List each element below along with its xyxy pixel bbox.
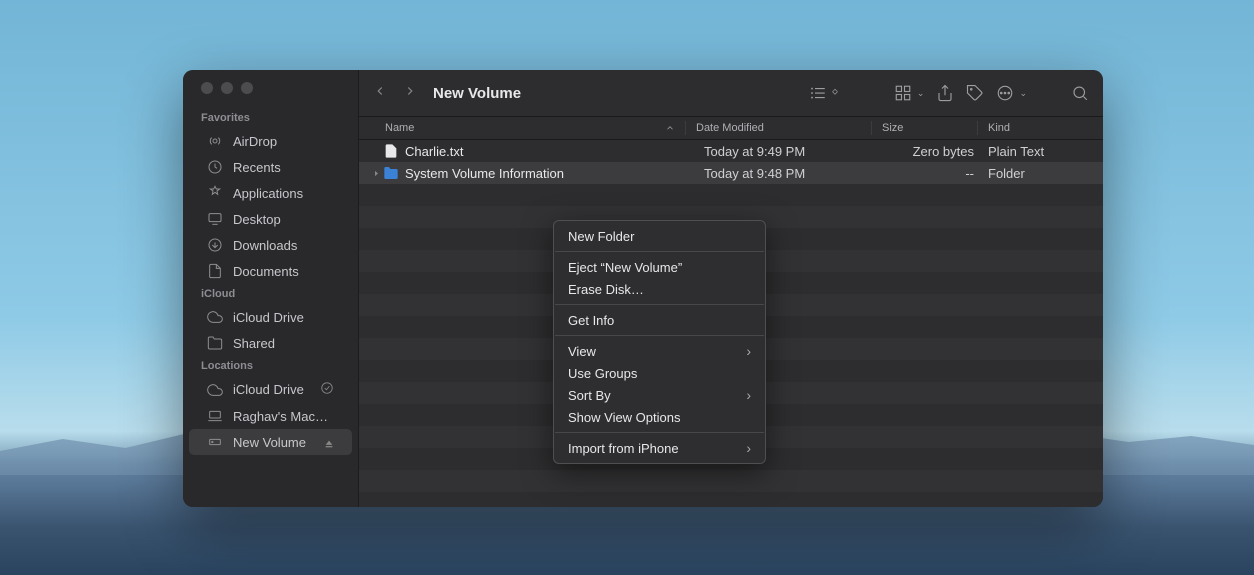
sidebar-item-icloud-drive[interactable]: iCloud Drive [189,304,352,330]
sidebar-item-label: iCloud Drive [233,382,304,397]
check-icon [320,381,334,398]
sidebar-item-documents[interactable]: Documents [189,258,352,284]
file-date: Today at 9:49 PM [704,144,879,159]
window-controls [183,82,358,108]
sidebar-item-label: New Volume [233,435,306,450]
close-button[interactable] [201,82,213,94]
column-size[interactable]: Size [882,122,977,134]
menu-separator [555,432,764,433]
zoom-button[interactable] [241,82,253,94]
folder-icon [383,165,399,181]
file-row[interactable]: System Volume InformationToday at 9:48 P… [359,162,1103,184]
back-button[interactable] [373,84,387,103]
sidebar-item-airdrop[interactable]: AirDrop [189,128,352,154]
file-icon [383,143,399,159]
sidebar-item-downloads[interactable]: Downloads [189,232,352,258]
airdrop-icon [207,133,223,149]
cloud-icon [207,382,223,398]
empty-row[interactable] [359,470,1103,492]
menu-item-use-groups[interactable]: Use Groups [554,362,765,384]
menu-item-label: Get Info [568,313,614,328]
menu-item-import-from-iphone[interactable]: Import from iPhone [554,437,765,459]
file-kind: Folder [988,166,1103,181]
column-kind[interactable]: Kind [988,122,1103,134]
laptop-icon [207,408,223,424]
menu-item-label: Import from iPhone [568,441,679,456]
menu-separator [555,251,764,252]
desktop-icon [207,211,223,227]
column-date[interactable]: Date Modified [696,122,871,134]
cloud-icon [207,309,223,325]
sidebar-item-shared[interactable]: Shared [189,330,352,356]
view-list-button[interactable] [809,84,840,102]
sidebar-section-head: iCloud [183,284,358,304]
forward-button[interactable] [403,84,417,103]
share-button[interactable] [936,84,954,102]
apps-icon [207,185,223,201]
menu-item-label: Eject “New Volume” [568,260,682,275]
sidebar-item-desktop[interactable]: Desktop [189,206,352,232]
search-button[interactable] [1071,84,1089,102]
sidebar-item-label: iCloud Drive [233,310,304,325]
menu-item-show-view-options[interactable]: Show View Options [554,406,765,428]
sidebar-item-label: Documents [233,264,299,279]
download-icon [207,237,223,253]
disclosure-triangle[interactable] [369,169,383,178]
clock-icon [207,159,223,175]
menu-item-sort-by[interactable]: Sort By [554,384,765,406]
menu-item-new-folder[interactable]: New Folder [554,225,765,247]
column-name[interactable]: Name [385,122,685,134]
sidebar-section-head: Locations [183,356,358,376]
file-size: -- [879,166,988,181]
sidebar-item-new-volume[interactable]: New Volume [189,429,352,455]
sidebar-item-label: Shared [233,336,275,351]
menu-item-label: Erase Disk… [568,282,644,297]
menu-item-label: View [568,344,596,359]
file-name: System Volume Information [405,166,704,181]
menu-item-erase-disk-[interactable]: Erase Disk… [554,278,765,300]
menu-item-eject-new-volume-[interactable]: Eject “New Volume” [554,256,765,278]
group-button[interactable]: ⌄ [894,84,925,102]
sidebar-item-label: Applications [233,186,303,201]
sidebar-item-icloud-drive[interactable]: iCloud Drive [189,376,352,403]
menu-item-label: Sort By [568,388,611,403]
sidebar-item-raghav-s-mac-[interactable]: Raghav's Mac… [189,403,352,429]
menu-item-view[interactable]: View [554,340,765,362]
menu-item-label: New Folder [568,229,634,244]
toolbar: New Volume ⌄ ⌄ [359,70,1103,117]
sidebar-item-label: Downloads [233,238,297,253]
sidebar-item-applications[interactable]: Applications [189,180,352,206]
menu-item-get-info[interactable]: Get Info [554,309,765,331]
sidebar-section-head: Favorites [183,108,358,128]
empty-row[interactable] [359,184,1103,206]
tags-button[interactable] [966,84,984,102]
sidebar-item-recents[interactable]: Recents [189,154,352,180]
doc-icon [207,263,223,279]
minimize-button[interactable] [221,82,233,94]
column-headers: Name Date Modified Size Kind [359,117,1103,140]
menu-separator [555,335,764,336]
menu-separator [555,304,764,305]
file-size: Zero bytes [879,144,988,159]
file-kind: Plain Text [988,144,1103,159]
sidebar-item-label: Desktop [233,212,281,227]
menu-item-label: Show View Options [568,410,681,425]
disk-icon [207,434,223,450]
file-name: Charlie.txt [405,144,704,159]
file-date: Today at 9:48 PM [704,166,879,181]
sidebar: Favorites AirDrop Recents Applications Deskt… [183,70,359,507]
window-title: New Volume [433,85,521,102]
shared-icon [207,335,223,351]
sidebar-item-label: Raghav's Mac… [233,409,328,424]
file-row[interactable]: Charlie.txtToday at 9:49 PMZero bytesPla… [359,140,1103,162]
context-menu: New Folder Eject “New Volume” Erase Disk… G… [553,220,766,464]
menu-item-label: Use Groups [568,366,637,381]
action-button[interactable]: ⌄ [996,84,1027,102]
sidebar-item-label: Recents [233,160,281,175]
eject-icon[interactable] [324,437,334,447]
sidebar-item-label: AirDrop [233,134,277,149]
